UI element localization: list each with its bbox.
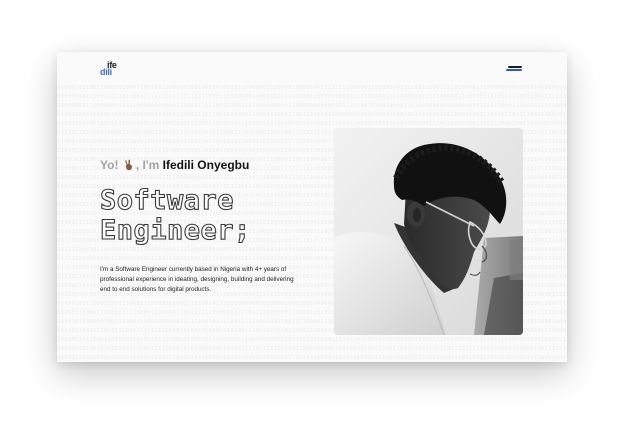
hero-title-line1: Software [99,185,235,216]
hero-title-line2: Engineer; [99,215,251,246]
hero-title: Software Engineer; [99,185,251,246]
greeting-name: Ifedili Onyegbu [162,158,250,172]
hero-bio: I'm a Software Engineer currently based … [100,266,294,294]
logo-text-bottom: dili [100,67,112,77]
greeting-mid: , I'm [135,158,163,172]
menu-bar-top [508,66,522,68]
hero-greeting: Yo! , I'm Ifedili Onyegbu [100,158,249,172]
portrait-photo [334,128,523,335]
hamburger-menu-icon[interactable] [506,64,524,74]
website-frame: 0100010110011000101000110010011001001001… [57,52,567,362]
menu-bar-bottom [506,69,522,71]
victory-hand-icon [124,159,132,171]
greeting-prefix: Yo! [100,158,122,172]
site-logo[interactable]: ife dili [100,61,122,77]
portrait-illustration [334,128,523,335]
